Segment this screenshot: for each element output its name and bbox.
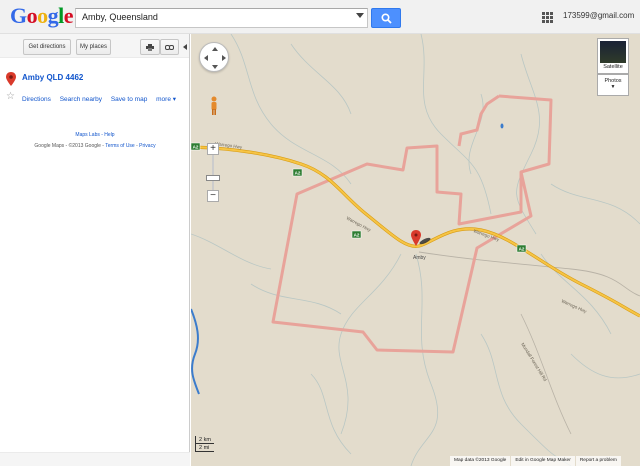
- search-icon: [381, 13, 392, 24]
- local-road: [418, 251, 640, 297]
- search-dropdown-icon[interactable]: [356, 13, 364, 18]
- highway-shields: A2 A2 A2 A2: [191, 142, 527, 253]
- collapse-arrow-icon[interactable]: [183, 44, 187, 50]
- map-terrain: A2 A2 A2 A2 Warrego Hwy Warrego Hwy Warr…: [191, 34, 640, 466]
- scale-km: 2 km: [195, 436, 214, 444]
- water-pond: [500, 123, 504, 129]
- svg-text:A2: A2: [519, 247, 525, 252]
- scale-mi: 2 mi: [195, 444, 214, 452]
- my-places-button[interactable]: My places: [76, 39, 111, 55]
- creek-lines: [191, 34, 640, 466]
- map-canvas[interactable]: A2 A2 A2 A2 Warrego Hwy Warrego Hwy Warr…: [191, 34, 640, 466]
- pan-arrows-icon: [204, 47, 226, 69]
- apps-grid-icon[interactable]: [542, 12, 553, 23]
- svg-text:Warrego Hwy: Warrego Hwy: [561, 298, 588, 314]
- place-actions: Directions Search nearby Save to map mor…: [22, 95, 183, 103]
- print-button[interactable]: [140, 39, 160, 55]
- search-input[interactable]: Amby, Queensland: [75, 8, 368, 28]
- zoom-out-button[interactable]: −: [207, 190, 219, 202]
- top-bar: Google Amby, Queensland 173599@gmail.com: [0, 0, 640, 34]
- get-directions-button[interactable]: Get directions: [23, 39, 71, 55]
- chevron-down-icon: ▼: [610, 84, 616, 90]
- road-labels: Warrego Hwy Warrego Hwy Warrego Hwy Warr…: [215, 141, 588, 382]
- labs-help-links[interactable]: Maps Labs - Help: [0, 132, 190, 138]
- scale-bar: 2 km 2 mi: [195, 436, 214, 452]
- left-panel: Get directions My places Amby QLD 4462 ☆…: [0, 34, 190, 466]
- local-road-south: [520, 313, 572, 435]
- map-data-credit: Map data ©2013 Google: [450, 456, 511, 466]
- copyright-text: Google Maps - ©2013 Google -: [34, 143, 106, 149]
- map-footer: Map data ©2013 Google Edit in Google Map…: [449, 456, 621, 466]
- zoom-slider-handle[interactable]: [206, 175, 220, 181]
- privacy-link[interactable]: Privacy: [139, 143, 155, 149]
- more-dropdown[interactable]: more: [156, 96, 176, 103]
- svg-text:A2: A2: [295, 171, 301, 176]
- svg-text:A2: A2: [193, 145, 199, 150]
- google-logo[interactable]: Google: [10, 3, 74, 29]
- directions-link[interactable]: Directions: [22, 96, 51, 103]
- zoom-in-button[interactable]: +: [207, 143, 219, 155]
- place-title[interactable]: Amby QLD 4462: [22, 73, 83, 82]
- town-label: Amby: [413, 255, 426, 261]
- photos-toggle[interactable]: Photos ▼: [597, 74, 629, 96]
- edit-map-maker-link[interactable]: Edit in Google Map Maker: [511, 456, 575, 466]
- panel-copyright: Google Maps - ©2013 Google - Terms of Us…: [34, 143, 156, 149]
- satellite-thumbnail: [600, 41, 626, 63]
- link-icon: [165, 44, 174, 50]
- star-icon[interactable]: ☆: [6, 91, 15, 102]
- save-to-map-link[interactable]: Save to map: [111, 96, 148, 103]
- pegman-icon[interactable]: [210, 96, 218, 116]
- locality-boundary: [271, 94, 553, 354]
- svg-text:Mundall Forest Hill Rd: Mundall Forest Hill Rd: [520, 342, 548, 383]
- link-button[interactable]: [160, 39, 179, 55]
- location-pin-icon: [6, 72, 16, 86]
- river: [191, 308, 200, 395]
- search-nearby-link[interactable]: Search nearby: [60, 96, 102, 103]
- account-email[interactable]: 173599@gmail.com: [563, 11, 634, 20]
- satellite-toggle[interactable]: Satellite: [597, 38, 629, 74]
- search-button[interactable]: [371, 8, 401, 28]
- panel-toolbar: Get directions My places: [0, 34, 189, 58]
- report-problem-link[interactable]: Report a problem: [575, 456, 621, 466]
- satellite-label: Satellite: [603, 64, 623, 70]
- pan-control-icon[interactable]: [199, 42, 229, 72]
- terms-link[interactable]: Terms of Use: [105, 143, 134, 149]
- boundary-notch: [457, 94, 500, 147]
- svg-text:Warrego Hwy: Warrego Hwy: [346, 215, 373, 232]
- svg-text:A2: A2: [354, 233, 360, 238]
- print-icon: [146, 43, 154, 51]
- panel-bottom-bar: [0, 452, 190, 466]
